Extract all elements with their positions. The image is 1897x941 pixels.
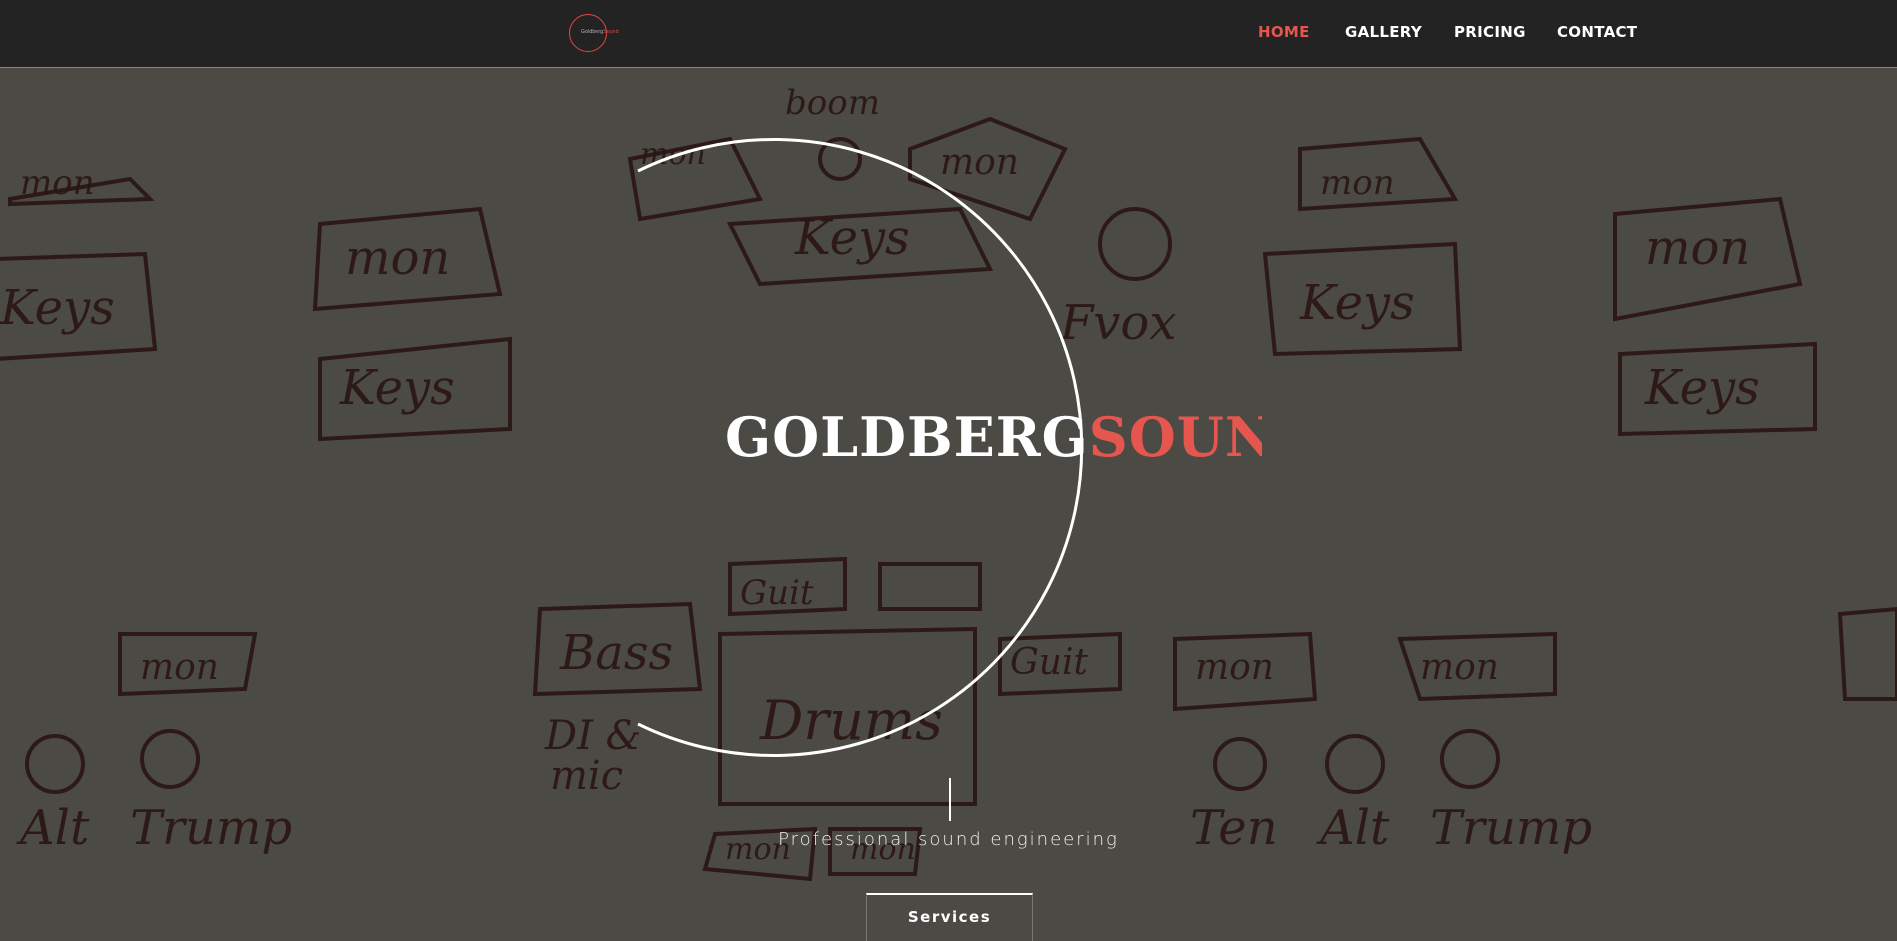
svg-text:Guit: Guit [740, 573, 814, 613]
svg-text:mon: mon [20, 163, 95, 203]
logo-wordmark[interactable]: GoldbergSound [581, 29, 619, 35]
svg-text:mon: mon [345, 230, 450, 286]
svg-text:Keys: Keys [794, 210, 910, 266]
svg-text:Bass: Bass [559, 625, 673, 681]
logo-text-white: Goldberg [581, 29, 604, 35]
services-button[interactable]: Services [866, 893, 1033, 941]
svg-text:Guit: Guit [1010, 642, 1088, 683]
hero-title: GOLDBERGSOUND [725, 410, 1262, 464]
svg-text:Keys: Keys [1299, 275, 1415, 331]
svg-text:Keys: Keys [0, 280, 115, 336]
hero-tagline: Professional sound engineering [778, 829, 1119, 850]
hero-divider-line [949, 778, 951, 821]
logo-text-red: Sound [603, 29, 619, 35]
nav-contact-link[interactable]: CONTACT [1557, 23, 1637, 41]
nav-pricing-link[interactable]: PRICING [1454, 23, 1526, 41]
svg-text:mon: mon [1645, 220, 1750, 276]
hero-title-red: SOUND [1088, 410, 1262, 464]
svg-text:mon: mon [1420, 647, 1499, 688]
svg-text:Keys: Keys [339, 360, 455, 416]
nav-gallery-link[interactable]: GALLERY [1345, 23, 1422, 41]
svg-text:mon: mon [1320, 163, 1395, 203]
nav-home-link[interactable]: HOME [1258, 23, 1310, 41]
hero-title-white: GOLDBERG [725, 410, 1089, 464]
svg-text:Keys: Keys [1644, 360, 1760, 416]
svg-text:mon: mon [1195, 647, 1274, 688]
svg-text:Fvox: Fvox [1059, 295, 1176, 351]
site-header: GoldbergSound HOME GALLERY PRICING CONTA… [0, 0, 1897, 68]
svg-text:mic: mic [550, 753, 623, 799]
svg-text:mon: mon [140, 647, 219, 688]
svg-text:boom: boom [785, 83, 880, 123]
svg-text:mon: mon [940, 142, 1019, 183]
